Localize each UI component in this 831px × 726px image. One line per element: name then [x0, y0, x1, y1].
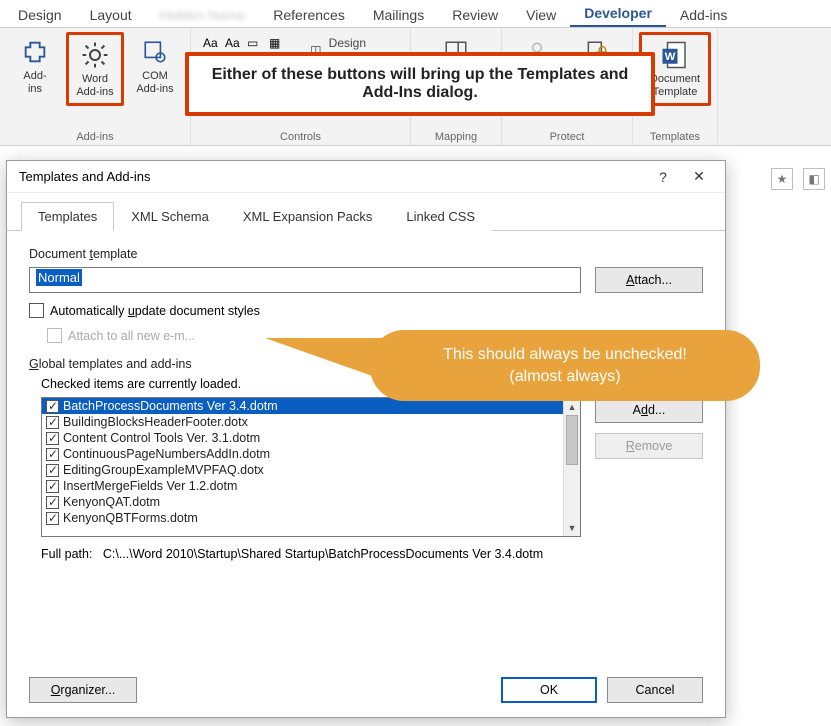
word-doc-icon: W: [659, 39, 691, 71]
list-item[interactable]: BuildingBlocksHeaderFooter.dotx: [42, 414, 580, 430]
list-item-checkbox[interactable]: [46, 480, 59, 493]
full-path-row: Full path: C:\...\Word 2010\Startup\Shar…: [41, 547, 703, 561]
tab-review[interactable]: Review: [438, 3, 512, 27]
ribbon-tab-strip: Design Layout Hidden Name References Mai…: [0, 0, 831, 28]
favorite-icon[interactable]: ★: [771, 168, 793, 190]
listbox-scrollbar[interactable]: ▲ ▼: [563, 398, 580, 536]
full-path-value: C:\...\Word 2010\Startup\Shared Startup\…: [103, 547, 543, 561]
svg-text:W: W: [665, 51, 676, 63]
gear-small-icon: [139, 36, 171, 68]
puzzle-icon: [19, 36, 51, 68]
com-addins-label: COM Add-ins: [136, 70, 173, 96]
tab-addins[interactable]: Add-ins: [666, 3, 741, 27]
group-label-controls: Controls: [191, 131, 410, 143]
scroll-thumb[interactable]: [566, 415, 578, 465]
side-toolbar: ★ ◧: [771, 168, 825, 190]
dlgtab-xmlpacks[interactable]: XML Expansion Packs: [226, 202, 390, 231]
word-addins-button[interactable]: Word Add-ins: [66, 32, 124, 106]
group-label-protect: Protect: [502, 131, 632, 143]
organizer-button[interactable]: Organizer...: [29, 677, 137, 703]
list-item-checkbox[interactable]: [46, 464, 59, 477]
tab-developer[interactable]: Developer: [570, 1, 666, 27]
list-item[interactable]: EditingGroupExampleMVPFAQ.dotx: [42, 462, 580, 478]
annotation-orange-l1: This should always be unchecked!: [392, 344, 738, 366]
tab-view[interactable]: View: [512, 3, 570, 27]
dialog-footer: Organizer... OK Cancel: [7, 667, 725, 717]
annotation-orange-l2: (almost always): [392, 366, 738, 388]
com-addins-button[interactable]: COM Add-ins: [126, 32, 184, 100]
ok-button[interactable]: OK: [501, 677, 597, 703]
tab-mailings[interactable]: Mailings: [359, 3, 438, 27]
list-item-checkbox[interactable]: [46, 432, 59, 445]
richtext-icon[interactable]: Aa: [203, 36, 221, 50]
ribbon-group-addins: Add- ins Word Add-ins COM Add-ins Add-in…: [0, 28, 191, 145]
addins-listbox[interactable]: BatchProcessDocuments Ver 3.4.dotm Buildi…: [41, 397, 581, 537]
buildingblock-icon[interactable]: ▦: [269, 36, 287, 50]
annotation-top: Either of these buttons will bring up th…: [185, 52, 655, 116]
tab-layout[interactable]: Layout: [76, 3, 146, 27]
dialog-titlebar: Templates and Add-ins ? ✕: [7, 161, 725, 193]
callout-tail-icon: [265, 338, 395, 384]
addins-button[interactable]: Add- ins: [6, 32, 64, 100]
list-item-label: BuildingBlocksHeaderFooter.dotx: [63, 415, 248, 429]
tab-references[interactable]: References: [259, 3, 359, 27]
list-item-label: ContinuousPageNumbersAddIn.dotm: [63, 447, 270, 461]
document-template-label-text: Document template: [29, 247, 703, 261]
annotation-orange: This should always be unchecked! (almost…: [370, 330, 760, 401]
word-addins-label: Word Add-ins: [76, 73, 113, 99]
document-template-value: Normal: [36, 269, 82, 286]
group-label-addins: Add-ins: [0, 131, 190, 143]
addins-label: Add- ins: [23, 70, 46, 96]
list-item-label: KenyonQAT.dotm: [63, 495, 160, 509]
dlgtab-xmlschema[interactable]: XML Schema: [114, 202, 226, 231]
list-item[interactable]: ContinuousPageNumbersAddIn.dotm: [42, 446, 580, 462]
close-button[interactable]: ✕: [681, 163, 717, 191]
document-template-label: Document Template: [650, 73, 700, 99]
dlgtab-templates[interactable]: Templates: [21, 202, 114, 231]
attach-all-checkbox: [47, 328, 62, 343]
list-item[interactable]: KenyonQBTForms.dotm: [42, 510, 580, 526]
list-item[interactable]: KenyonQAT.dotm: [42, 494, 580, 510]
list-item-checkbox[interactable]: [46, 448, 59, 461]
list-item[interactable]: InsertMergeFields Ver 1.2.dotm: [42, 478, 580, 494]
gear-icon: [79, 39, 111, 71]
panel-icon[interactable]: ◧: [803, 168, 825, 190]
scroll-down-icon[interactable]: ▼: [564, 519, 580, 536]
list-item-label: EditingGroupExampleMVPFAQ.dotx: [63, 463, 264, 477]
dlgtab-linkedcss[interactable]: Linked CSS: [389, 202, 492, 231]
dialog-body: Document template Normal Attach... Autom…: [7, 231, 725, 667]
dialog-tabstrip: Templates XML Schema XML Expansion Packs…: [7, 193, 725, 231]
cancel-button[interactable]: Cancel: [607, 677, 703, 703]
auto-update-label: Automatically update document styles: [50, 304, 260, 318]
picture-icon[interactable]: ▭: [247, 36, 265, 50]
group-label-templates: Templates: [633, 131, 717, 143]
attach-button[interactable]: Attach...: [595, 267, 703, 293]
auto-update-row[interactable]: Automatically update document styles: [29, 303, 703, 318]
list-item-checkbox[interactable]: [46, 400, 59, 413]
full-path-label: Full path:: [41, 547, 92, 561]
attach-all-label: Attach to all new e-m...: [68, 329, 195, 343]
tab-design[interactable]: Design: [4, 3, 76, 27]
list-item-checkbox[interactable]: [46, 496, 59, 509]
list-item-checkbox[interactable]: [46, 512, 59, 525]
document-template-input[interactable]: Normal: [29, 267, 581, 293]
remove-button: Remove: [595, 433, 703, 459]
help-button[interactable]: ?: [645, 163, 681, 191]
list-item-label: InsertMergeFields Ver 1.2.dotm: [63, 479, 237, 493]
list-item-label: BatchProcessDocuments Ver 3.4.dotm: [63, 399, 278, 413]
group-label-mapping: Mapping: [411, 131, 501, 143]
list-item-label: KenyonQBTForms.dotm: [63, 511, 198, 525]
list-item-label: Content Control Tools Ver. 3.1.dotm: [63, 431, 260, 445]
dialog-title: Templates and Add-ins: [19, 169, 645, 184]
list-item[interactable]: Content Control Tools Ver. 3.1.dotm: [42, 430, 580, 446]
auto-update-checkbox[interactable]: [29, 303, 44, 318]
plaintext-icon[interactable]: Aa: [225, 36, 243, 50]
templates-addins-dialog: Templates and Add-ins ? ✕ Templates XML …: [6, 160, 726, 718]
list-item-checkbox[interactable]: [46, 416, 59, 429]
tab-hidden[interactable]: Hidden Name: [146, 3, 260, 27]
